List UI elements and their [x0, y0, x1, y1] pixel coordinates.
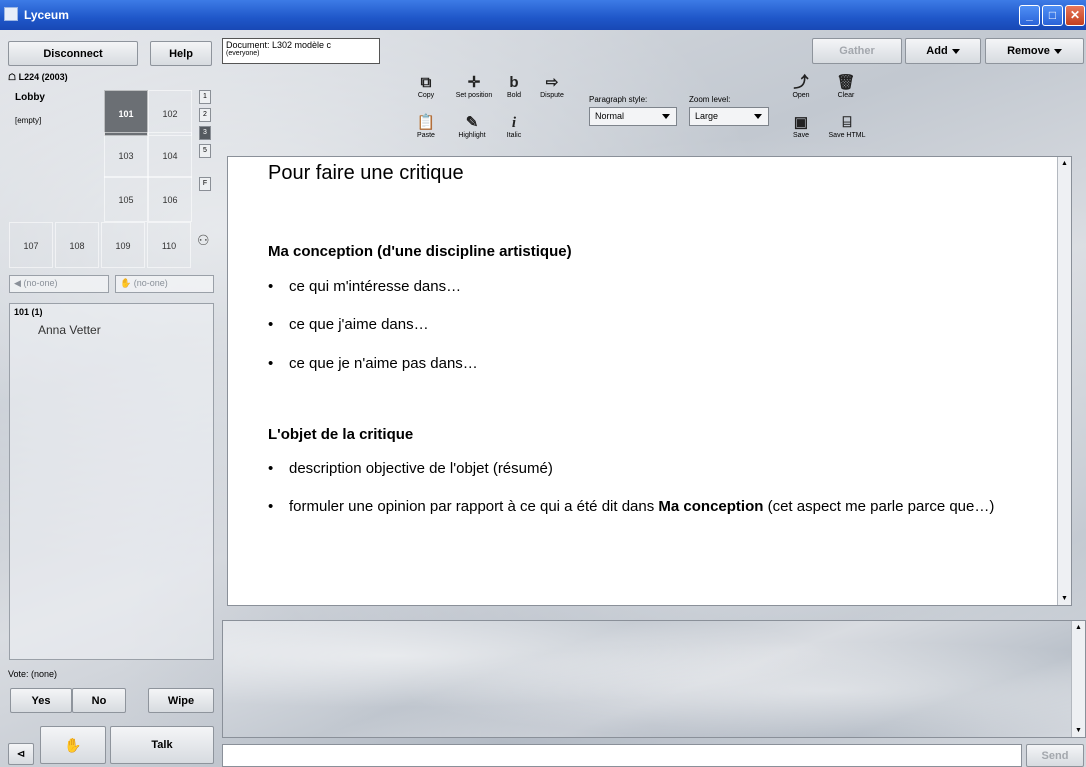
html-file-icon: ⌸	[842, 114, 852, 131]
lobby-status: [empty]	[15, 116, 42, 125]
building-label: ☖ L224 (2003)	[8, 72, 68, 82]
yes-button[interactable]: Yes	[10, 688, 72, 713]
floor-button-5[interactable]: 5	[199, 144, 211, 158]
app-icon	[4, 7, 18, 21]
floor-button-2[interactable]: 2	[199, 108, 211, 122]
room-104[interactable]: 104	[148, 132, 192, 178]
raise-hand-button[interactable]: ✋	[40, 726, 106, 764]
zoom-level-select[interactable]: Large	[689, 107, 769, 126]
hand-icon: ✋	[64, 736, 82, 753]
floor-button-1[interactable]: 1	[199, 90, 211, 104]
people-icon[interactable]: ⚇	[197, 232, 210, 249]
chat-input[interactable]	[222, 744, 1022, 767]
chevron-down-icon	[662, 114, 670, 119]
room-107[interactable]: 107	[9, 222, 53, 268]
section-heading: L'objet de la critique	[268, 426, 414, 443]
send-button[interactable]: Send	[1026, 744, 1084, 767]
help-button[interactable]: Help	[150, 41, 212, 66]
dispute-tool[interactable]: ⇨ Dispute	[532, 74, 572, 99]
add-button[interactable]: Add	[905, 38, 981, 64]
dispute-icon: ⇨	[545, 74, 559, 91]
list-item: • formuler une opinion par rapport à ce q…	[268, 498, 995, 515]
document-name-box[interactable]: Document: L302 modèle c (everyone)	[222, 38, 380, 64]
speaker-field: ◀ (no-one)	[9, 275, 109, 293]
set-position-tool[interactable]: ✛ Set position	[450, 74, 498, 99]
list-item: • description objective de l'objet (résum…	[268, 460, 553, 477]
no-button[interactable]: No	[72, 688, 126, 713]
hand-icon: ✋	[120, 278, 132, 288]
floppy-disk-icon: ▣	[793, 114, 809, 131]
room-102[interactable]: 102	[148, 90, 192, 136]
room-108[interactable]: 108	[55, 222, 99, 268]
scroll-down-icon[interactable]: ▼	[1061, 595, 1068, 602]
zoom-level-label: Zoom level:	[689, 95, 731, 104]
copy-icon: ⧉	[420, 74, 432, 91]
window-titlebar: Lyceum _ □ ✕	[0, 0, 1086, 30]
paragraph-style-label: Paragraph style:	[589, 95, 648, 104]
highlight-tool[interactable]: ✎ Highlight	[450, 114, 494, 139]
room-110[interactable]: 110	[147, 222, 191, 268]
chevron-down-icon	[1053, 48, 1062, 54]
open-folder-icon: ⤴	[793, 74, 809, 91]
close-icon[interactable]: ✕	[1065, 5, 1085, 26]
maximize-icon[interactable]: □	[1042, 5, 1063, 26]
section-heading: Ma conception (d'une discipline artistiq…	[268, 243, 572, 260]
building-icon: ☖	[8, 72, 17, 82]
lobby-label: Lobby	[15, 92, 45, 103]
user-item[interactable]: Anna Vetter	[38, 323, 101, 337]
paste-tool[interactable]: 📋 Paste	[406, 114, 446, 139]
talk-button[interactable]: Talk	[110, 726, 214, 764]
list-item: • ce que je n'aime pas dans…	[268, 355, 478, 372]
italic-icon: i	[511, 115, 517, 131]
disconnect-button[interactable]: Disconnect	[8, 41, 138, 66]
open-tool[interactable]: ⤴ Open	[784, 74, 818, 99]
chat-log[interactable]: ▲ ▼	[222, 620, 1086, 738]
bold-tool[interactable]: b Bold	[498, 74, 530, 99]
room-105[interactable]: 105	[104, 176, 148, 222]
vote-label: Vote: (none)	[8, 669, 58, 679]
chevron-down-icon	[754, 114, 762, 119]
document-title: Pour faire une critique	[268, 162, 464, 184]
italic-tool[interactable]: i Italic	[498, 114, 530, 139]
trash-icon: 🗑	[836, 74, 856, 91]
remove-button[interactable]: Remove	[985, 38, 1084, 64]
paragraph-style-select[interactable]: Normal	[589, 107, 677, 126]
list-item: • ce que j'aime dans…	[268, 316, 429, 333]
hand-field: ✋ (no-one)	[115, 275, 214, 293]
scroll-up-icon[interactable]: ▲	[1061, 160, 1068, 167]
wipe-button[interactable]: Wipe	[148, 688, 214, 713]
save-html-tool[interactable]: ⌸ Save HTML	[822, 114, 872, 139]
document-audience: (everyone)	[226, 50, 260, 57]
gather-button[interactable]: Gather	[812, 38, 902, 64]
tray-icon[interactable]: ⊲	[8, 743, 34, 765]
scroll-down-icon[interactable]: ▼	[1075, 727, 1082, 734]
floor-button-3[interactable]: 3	[199, 126, 211, 140]
bold-icon: b	[509, 74, 519, 91]
chat-scrollbar[interactable]: ▲ ▼	[1071, 621, 1085, 737]
highlighter-icon: ✎	[465, 114, 479, 131]
room-101[interactable]: 101	[104, 90, 148, 136]
clear-tool[interactable]: 🗑 Clear	[826, 74, 866, 99]
document-editor[interactable]: Pour faire une critique Ma conception (d…	[227, 156, 1072, 606]
megaphone-icon: ◀	[14, 278, 21, 288]
crosshair-icon: ✛	[467, 74, 481, 91]
chevron-down-icon	[951, 48, 960, 54]
copy-tool[interactable]: ⧉ Copy	[406, 74, 446, 99]
room-header: 101 (1)	[14, 307, 43, 317]
document-name: Document: L302 modèle c	[226, 40, 332, 50]
document-scrollbar[interactable]: ▲ ▼	[1057, 157, 1071, 605]
save-tool[interactable]: ▣ Save	[784, 114, 818, 139]
paste-icon: 📋	[416, 114, 436, 131]
room-103[interactable]: 103	[104, 132, 148, 178]
window-title: Lyceum	[24, 8, 69, 22]
room-106[interactable]: 106	[148, 176, 192, 222]
list-item: • ce qui m'intéresse dans…	[268, 278, 462, 295]
room-109[interactable]: 109	[101, 222, 145, 268]
minimize-icon[interactable]: _	[1019, 5, 1040, 26]
floor-button-f[interactable]: F	[199, 177, 211, 191]
user-list: 101 (1) Anna Vetter	[9, 303, 214, 660]
scroll-up-icon[interactable]: ▲	[1075, 624, 1082, 631]
